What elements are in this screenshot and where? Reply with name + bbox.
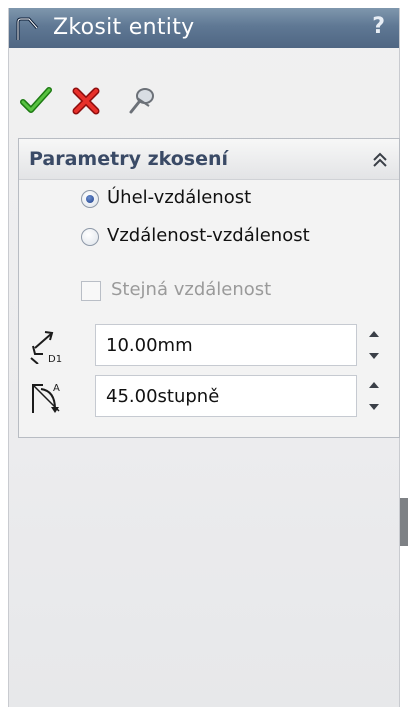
radio-button[interactable]	[81, 228, 99, 246]
pushpin-icon[interactable]	[125, 84, 159, 118]
close-icon[interactable]	[69, 84, 103, 118]
distance-icon-label: D1	[48, 354, 62, 364]
window-title: Zkosit entity	[53, 15, 195, 40]
action-toolbar	[9, 50, 399, 115]
spin-down-icon[interactable]	[363, 397, 385, 417]
distance-icon: D1	[30, 331, 62, 364]
radio-angle-distance-label: Úhel-vzdálenost	[107, 187, 252, 208]
group-title: Parametry zkosení	[29, 148, 229, 170]
title-bar: Zkosit entity ?	[9, 8, 399, 48]
property-manager-panel: Zkosit entity ? Parametry zkosení Úhel-v…	[8, 8, 408, 707]
radio-distance-distance-label: Vzdálenost-vzdálenost	[107, 225, 310, 246]
scrollbar-edge	[400, 498, 408, 546]
equal-distance-checkbox	[81, 281, 101, 301]
checkmark-icon[interactable]	[19, 84, 53, 118]
chamfer-icon	[16, 17, 39, 40]
distance-field-row: D1	[29, 324, 389, 368]
equal-distance-label: Stejná vzdálenost	[111, 279, 272, 300]
spin-down-icon[interactable]	[363, 346, 385, 366]
group-header[interactable]: Parametry zkosení	[19, 139, 399, 180]
spin-up-icon[interactable]	[363, 375, 385, 395]
angle-input[interactable]	[95, 375, 357, 417]
chamfer-parameters-group: Parametry zkosení Úhel-vzdálenost Vzdále…	[18, 138, 400, 438]
chevron-double-up-icon[interactable]	[369, 149, 391, 171]
distance-input[interactable]	[95, 324, 357, 366]
distance-spinner[interactable]	[363, 324, 385, 366]
help-button[interactable]: ?	[372, 14, 385, 39]
angle-spinner[interactable]	[363, 375, 385, 417]
angle-icon: A	[32, 383, 60, 413]
angle-field-row: A	[29, 375, 389, 419]
angle-icon-label: A	[53, 383, 60, 394]
radio-button-checked[interactable]	[81, 190, 99, 208]
spin-up-icon[interactable]	[363, 324, 385, 344]
